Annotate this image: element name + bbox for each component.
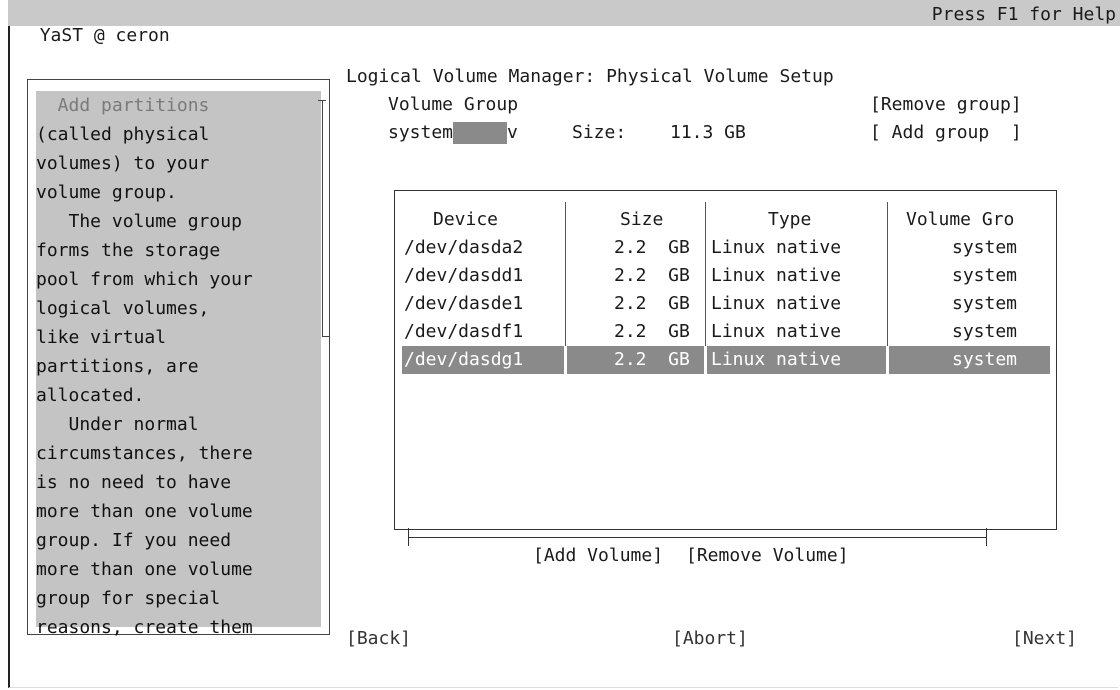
group-cell: system (952, 321, 1018, 342)
help-line: pool from which your (36, 269, 253, 290)
device-cell: /dev/dasda2 (404, 237, 524, 258)
volume-group-select[interactable]: system v (388, 119, 518, 147)
scrollbar-left-tick (408, 528, 409, 546)
type-cell: Linux native (711, 293, 842, 314)
table-horizontal-scrollbar[interactable] (408, 537, 986, 538)
help-scroll-top-tick (318, 100, 326, 101)
group-cell: system (952, 293, 1018, 314)
help-hint: Press F1 for Help (931, 4, 1116, 25)
title-bar: YaST @ ceron Press F1 for Help (8, 0, 1120, 46)
type-cell: Linux native (711, 237, 842, 258)
volume-group-label: Volume Group (388, 94, 519, 115)
remove-volume-button[interactable]: [Remove Volume] (686, 542, 849, 570)
help-line: partitions, are (36, 356, 199, 377)
help-line: volumes) to your (36, 153, 210, 174)
help-scroll-bottom-tick (322, 336, 330, 337)
device-cell: /dev/dasdd1 (404, 265, 524, 286)
help-line: circumstances, there (36, 443, 253, 464)
help-line: allocated. (36, 385, 145, 406)
help-line: (called physical (36, 124, 210, 145)
abort-button[interactable]: [Abort] (672, 625, 748, 653)
size-cell: 2.2 GB (614, 321, 690, 342)
help-line: is no need to have (36, 472, 232, 493)
table-row[interactable]: /dev/dasde1 (404, 289, 523, 318)
help-line: Add partitions (36, 95, 210, 116)
column-header-size[interactable]: Size (620, 205, 663, 234)
volume-group-value: system (388, 122, 454, 143)
size-cell: 2.2 GB (614, 265, 690, 286)
column-header-type[interactable]: Type (768, 205, 811, 234)
group-cell: system (952, 265, 1018, 286)
help-line: volume group. (36, 182, 177, 203)
help-line: group for special (36, 588, 221, 609)
add-group-button[interactable]: [ Add group ] (870, 119, 1022, 147)
help-line: logical volumes, (36, 298, 210, 319)
volume-group-trail: v (507, 122, 518, 143)
remove-group-button[interactable]: [Remove group] (870, 91, 1022, 119)
table-row[interactable]: /dev/dasda2 (404, 233, 523, 262)
type-cell: Linux native (711, 321, 842, 342)
help-line: more than one volume (36, 501, 253, 522)
help-line: more than one volume (36, 559, 253, 580)
help-line: group. If you need (36, 530, 232, 551)
table-row[interactable]: /dev/dasdd1 (404, 261, 523, 290)
group-cell: system (952, 237, 1018, 258)
size-value: 11.3 GB (670, 122, 746, 143)
table-row-selected[interactable]: /dev/dasdg1 (404, 345, 523, 374)
group-cell: system (952, 349, 1018, 370)
device-cell: /dev/dasdg1 (404, 349, 524, 370)
window-title: YaST @ ceron (39, 25, 170, 46)
help-panel[interactable]: Add partitions (called physical volumes)… (36, 91, 321, 638)
add-volume-button[interactable]: [Add Volume] (533, 542, 663, 570)
help-line: The volume group (36, 211, 242, 232)
next-button[interactable]: [Next] (1012, 625, 1077, 653)
dialog-heading: Logical Volume Manager: Physical Volume … (346, 66, 834, 87)
back-button[interactable]: [Back] (346, 625, 411, 653)
column-header-device[interactable]: Device (433, 205, 498, 234)
help-line: like virtual (36, 327, 167, 348)
scrollbar-right-tick (986, 528, 987, 546)
type-cell: Linux native (711, 349, 842, 370)
device-cell: /dev/dasde1 (404, 293, 524, 314)
help-line: reasons, create them (36, 617, 253, 638)
device-cell: /dev/dasdf1 (404, 321, 524, 342)
help-scrollbar[interactable] (322, 100, 323, 336)
column-header-volume-group[interactable]: Volume Gro (906, 205, 1014, 234)
volume-group-cursor (453, 122, 508, 144)
size-cell: 2.2 GB (614, 349, 690, 370)
help-line: forms the storage (36, 240, 221, 261)
table-row[interactable]: /dev/dasdf1 (404, 317, 523, 346)
size-cell: 2.2 GB (614, 237, 690, 258)
selection-gap (564, 346, 567, 374)
size-label: Size: (572, 122, 627, 143)
type-cell: Linux native (711, 265, 842, 286)
help-line: Under normal (36, 414, 199, 435)
selection-gap (704, 346, 707, 374)
size-cell: 2.2 GB (614, 293, 690, 314)
selection-gap (886, 346, 889, 374)
